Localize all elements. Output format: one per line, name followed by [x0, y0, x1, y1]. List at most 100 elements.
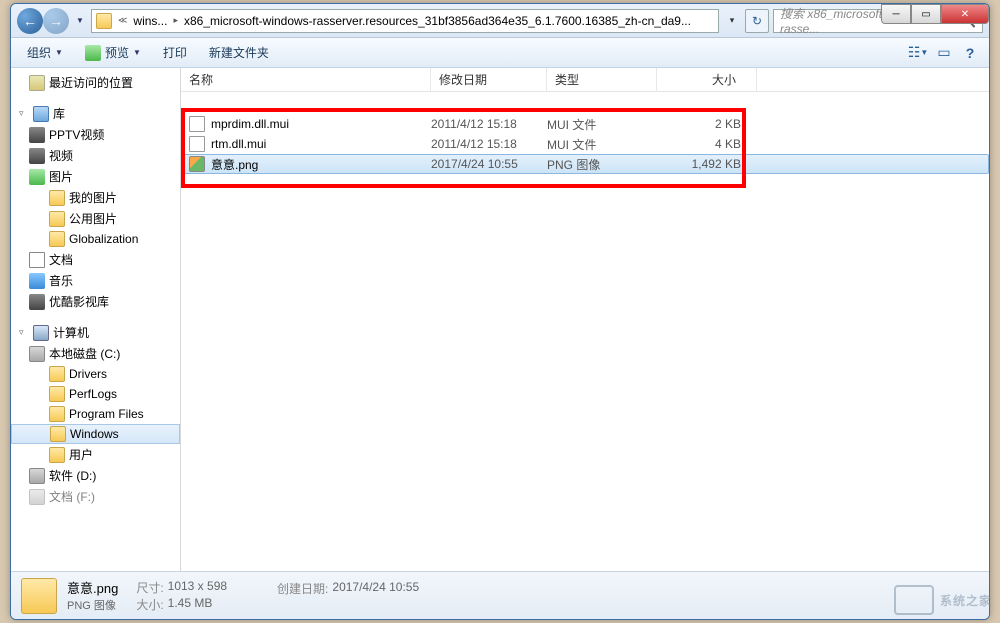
pictures-icon	[29, 169, 45, 185]
folder-icon	[49, 406, 65, 422]
sidebar-item-windows[interactable]: Windows	[11, 424, 180, 444]
print-button[interactable]: 打印	[155, 41, 195, 64]
thumbnail-icon	[21, 578, 57, 614]
recent-icon	[29, 75, 45, 91]
sidebar-item-globalization[interactable]: Globalization	[11, 229, 180, 249]
file-type: PNG 图像	[547, 156, 657, 173]
file-row[interactable]: mprdim.dll.mui 2011/4/12 15:18 MUI 文件 2 …	[181, 114, 989, 134]
sidebar-item-drive-f[interactable]: 文档 (F:)	[11, 486, 180, 507]
drive-icon	[29, 468, 45, 484]
view-options-button[interactable]: ☷ ▼	[907, 42, 929, 64]
sidebar-item-perflogs[interactable]: PerfLogs	[11, 384, 180, 404]
folder-icon	[49, 447, 65, 463]
details-created: 2017/4/24 10:55	[332, 580, 419, 597]
file-row-selected[interactable]: 意意.png 2017/4/24 10:55 PNG 图像 1,492 KB	[181, 154, 989, 174]
sidebar-item-recent[interactable]: 最近访问的位置	[11, 72, 180, 93]
column-size[interactable]: 大小	[657, 68, 757, 92]
column-headers: 名称 修改日期 类型 大小	[181, 68, 989, 92]
file-date: 2011/4/12 15:18	[431, 117, 547, 131]
file-type: MUI 文件	[547, 116, 657, 133]
file-type: MUI 文件	[547, 136, 657, 153]
column-name[interactable]: 名称	[181, 68, 431, 92]
file-name: mprdim.dll.mui	[211, 117, 289, 131]
sidebar-item-drive-d[interactable]: 软件 (D:)	[11, 465, 180, 486]
nav-bar: ← → ▼ ≪ wins... ▸ x86_microsoft-windows-…	[11, 4, 989, 38]
drive-icon	[29, 489, 45, 505]
drive-icon	[29, 346, 45, 362]
sidebar-item-mypictures[interactable]: 我的图片	[11, 187, 180, 208]
video-icon	[29, 127, 45, 143]
sidebar-item-drivers[interactable]: Drivers	[11, 364, 180, 384]
file-size: 4 KB	[657, 137, 741, 151]
address-dropdown[interactable]: ▾	[723, 15, 741, 26]
sidebar-item-publicpictures[interactable]: 公用图片	[11, 208, 180, 229]
document-icon	[29, 252, 45, 268]
chevron-icon[interactable]: ≪	[116, 15, 129, 26]
chevron-right-icon[interactable]: ▸	[171, 15, 180, 26]
sidebar-group-computer[interactable]: ▿计算机	[11, 322, 180, 343]
new-folder-button[interactable]: 新建文件夹	[201, 41, 277, 64]
expand-icon[interactable]: ▿	[19, 327, 29, 338]
organize-button[interactable]: 组织▼	[19, 41, 71, 64]
explorer-window: ─ ▭ ✕ ← → ▼ ≪ wins... ▸ x86_microsoft-wi…	[10, 3, 990, 620]
navigation-pane[interactable]: 最近访问的位置 ▿库 PPTV视频 视频 图片 我的图片 公用图片 Global…	[11, 68, 181, 571]
image-icon	[189, 156, 205, 172]
sidebar-item-documents[interactable]: 文档	[11, 249, 180, 270]
sidebar-item-users[interactable]: 用户	[11, 444, 180, 465]
preview-pane-button[interactable]: ▭	[933, 42, 955, 64]
library-icon	[33, 106, 49, 122]
folder-icon	[50, 426, 66, 442]
expand-icon[interactable]: ▿	[19, 108, 29, 119]
details-size: 1.45 MB	[168, 596, 213, 613]
forward-button[interactable]: →	[43, 8, 69, 34]
details-dims-label: 尺寸:	[136, 579, 163, 596]
column-date[interactable]: 修改日期	[431, 68, 547, 92]
details-created-label: 创建日期:	[277, 580, 328, 597]
details-filename: 意意.png	[67, 578, 118, 597]
music-icon	[29, 273, 45, 289]
details-dims: 1013 x 598	[168, 579, 227, 596]
details-size-label: 大小:	[136, 596, 163, 613]
details-filetype: PNG 图像	[67, 597, 118, 613]
breadcrumb[interactable]: x86_microsoft-windows-rasserver.resource…	[184, 14, 691, 28]
folder-icon	[96, 13, 112, 29]
file-name: 意意.png	[211, 156, 258, 173]
file-date: 2011/4/12 15:18	[431, 137, 547, 151]
file-size: 2 KB	[657, 117, 741, 131]
back-button[interactable]: ←	[17, 8, 43, 34]
computer-icon	[33, 325, 49, 341]
close-button[interactable]: ✕	[941, 4, 989, 24]
preview-icon	[85, 45, 101, 61]
sidebar-item-youku[interactable]: 优酷影视库	[11, 291, 180, 312]
sidebar-item-drive-c[interactable]: 本地磁盘 (C:)	[11, 343, 180, 364]
maximize-button[interactable]: ▭	[911, 4, 941, 24]
folder-icon	[49, 366, 65, 382]
sidebar-item-video[interactable]: 视频	[11, 145, 180, 166]
refresh-button[interactable]: ↻	[745, 9, 769, 33]
video-icon	[29, 294, 45, 310]
sidebar-group-libraries[interactable]: ▿库	[11, 103, 180, 124]
folder-icon	[49, 190, 65, 206]
folder-icon	[49, 231, 65, 247]
file-date: 2017/4/24 10:55	[431, 157, 547, 171]
file-list[interactable]: 名称 修改日期 类型 大小 mprdim.dll.mui 2011/4/12 1…	[181, 68, 989, 571]
history-dropdown[interactable]: ▼	[73, 10, 87, 32]
help-button[interactable]: ?	[959, 42, 981, 64]
sidebar-item-pictures[interactable]: 图片	[11, 166, 180, 187]
sidebar-item-pptv[interactable]: PPTV视频	[11, 124, 180, 145]
column-type[interactable]: 类型	[547, 68, 657, 92]
file-icon	[189, 116, 205, 132]
folder-icon	[49, 211, 65, 227]
minimize-button[interactable]: ─	[881, 4, 911, 24]
sidebar-item-music[interactable]: 音乐	[11, 270, 180, 291]
sidebar-item-programfiles[interactable]: Program Files	[11, 404, 180, 424]
file-size: 1,492 KB	[657, 157, 741, 171]
file-icon	[189, 136, 205, 152]
file-name: rtm.dll.mui	[211, 137, 266, 151]
folder-icon	[49, 386, 65, 402]
video-icon	[29, 148, 45, 164]
file-row[interactable]: rtm.dll.mui 2011/4/12 15:18 MUI 文件 4 KB	[181, 134, 989, 154]
address-bar[interactable]: ≪ wins... ▸ x86_microsoft-windows-rasser…	[91, 9, 719, 33]
breadcrumb[interactable]: wins...	[133, 14, 167, 28]
preview-button[interactable]: 预览▼	[77, 41, 149, 64]
